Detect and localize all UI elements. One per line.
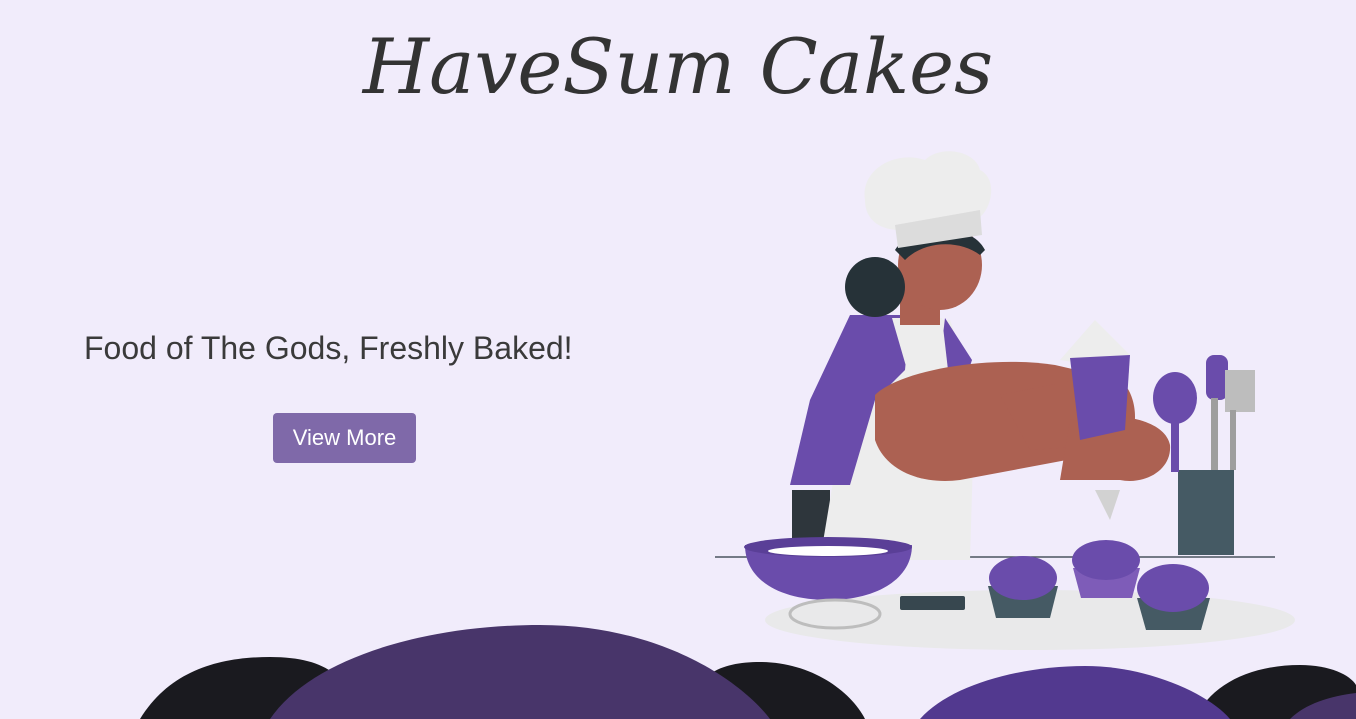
decorative-waves: [140, 625, 1356, 719]
spatula-handle: [1211, 398, 1218, 470]
turner-handle: [1230, 410, 1236, 470]
piping-bag: [1070, 355, 1130, 440]
bowl-flour: [768, 546, 888, 556]
piping-nozzle: [1095, 490, 1120, 520]
hero-tagline: Food of The Gods, Freshly Baked!: [84, 330, 573, 366]
baker-hair-bun: [845, 257, 905, 317]
baker-illustration: [715, 151, 1295, 650]
spoon-handle: [1171, 410, 1179, 472]
cupcake-frosting-2: [1072, 540, 1140, 580]
wave-bright: [920, 666, 1230, 719]
utensil-holder: [1178, 470, 1234, 555]
site-logo-title: HaveSum Cakes: [362, 22, 994, 111]
cupcake-frosting-1: [989, 556, 1057, 600]
spatula-head: [1206, 355, 1228, 400]
turner-head: [1225, 370, 1255, 412]
wave-mid: [270, 625, 770, 719]
view-more-button[interactable]: View More: [273, 413, 416, 463]
